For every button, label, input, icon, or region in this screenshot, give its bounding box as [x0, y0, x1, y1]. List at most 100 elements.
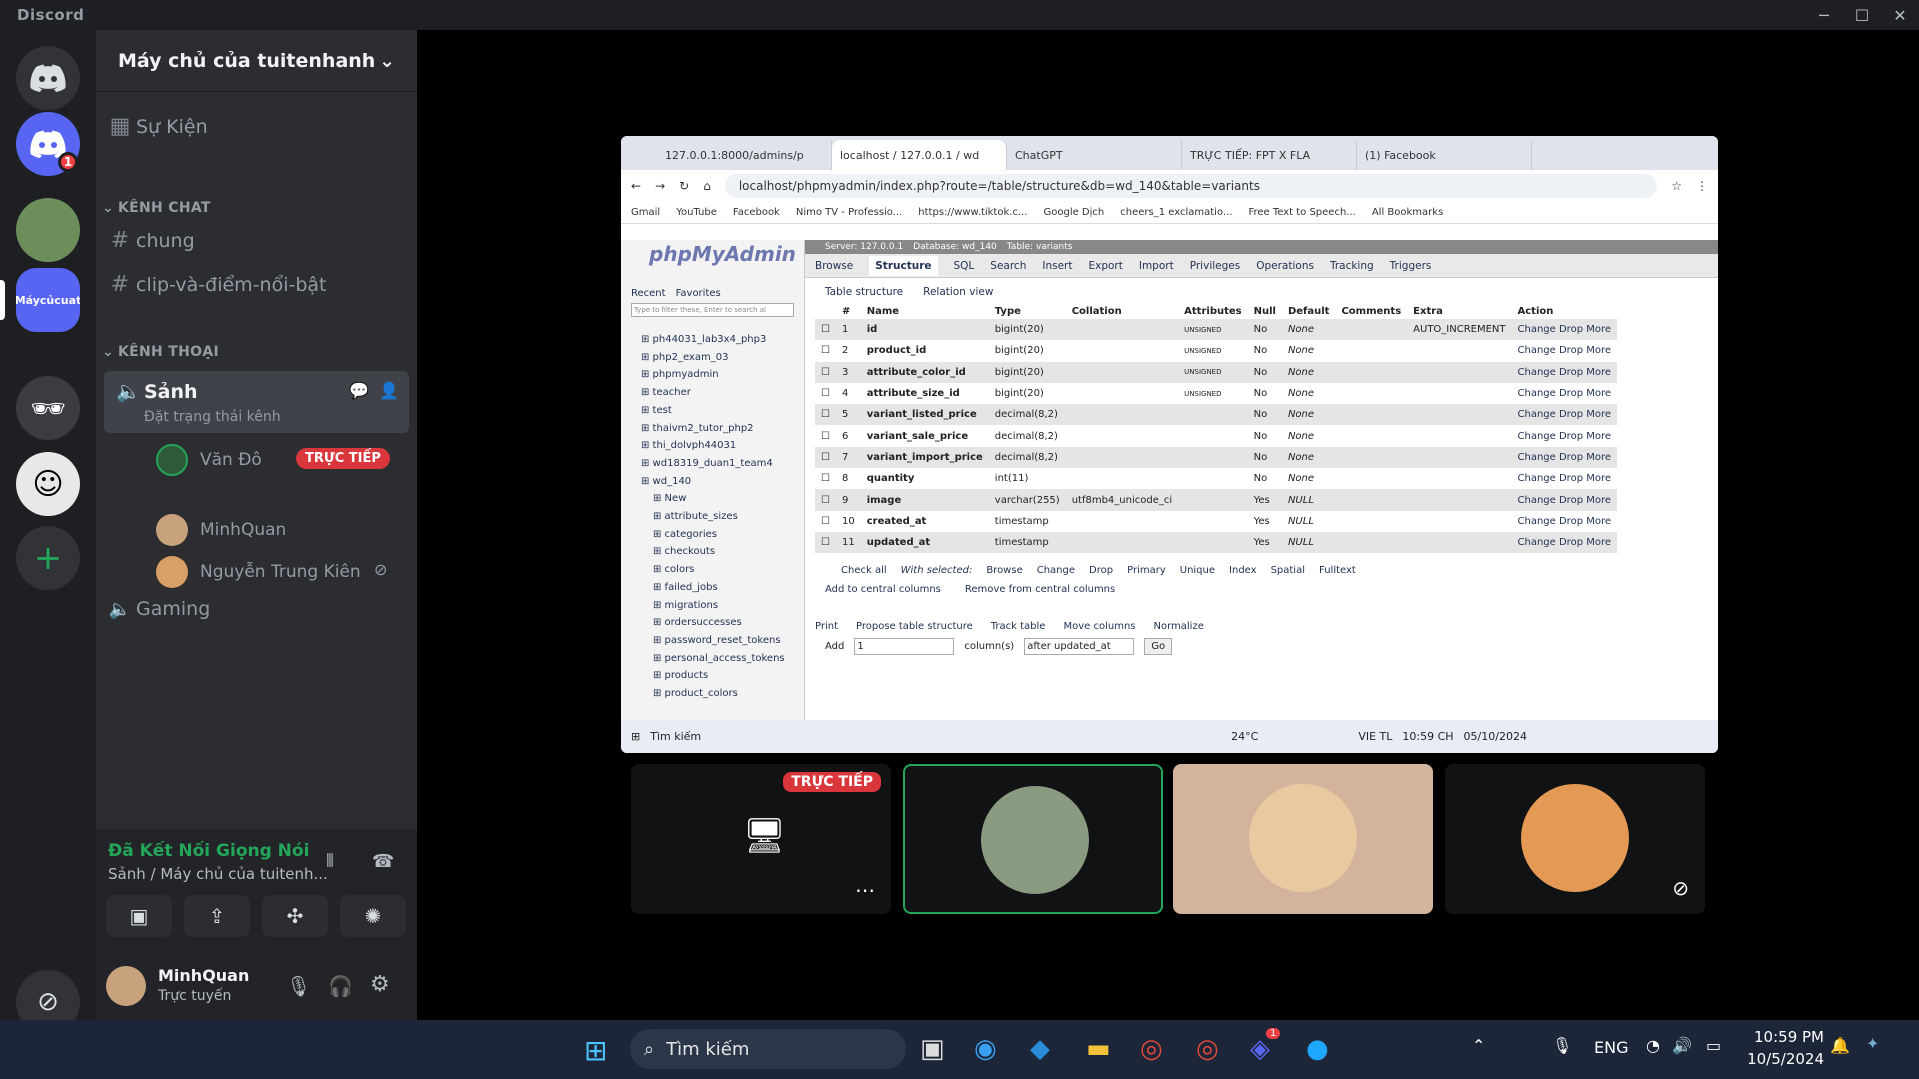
bulk-action[interactable]: Primary: [1127, 565, 1166, 576]
action-change[interactable]: Change: [1518, 409, 1559, 420]
copilot-icon[interactable]: ✦: [1866, 1034, 1879, 1053]
channel-chung[interactable]: # chung: [104, 228, 409, 253]
action-drop[interactable]: Drop: [1559, 452, 1586, 463]
back-icon[interactable]: ←: [631, 179, 641, 193]
action-change[interactable]: Change: [1518, 452, 1559, 463]
db-tree-item[interactable]: ⊞ attribute_sizes: [641, 508, 804, 526]
windows-start-icon[interactable]: ⊞: [584, 1034, 607, 1067]
share-screen-button[interactable]: ⇪: [184, 895, 250, 937]
action-more[interactable]: More: [1586, 409, 1611, 420]
events-item[interactable]: ▦ Sự Kiện: [104, 114, 409, 139]
activities-button[interactable]: ✣: [262, 895, 328, 937]
menu-icon[interactable]: ⋮: [1696, 179, 1708, 193]
footer-link[interactable]: Print: [815, 621, 838, 632]
db-tree-item[interactable]: ⊞ migrations: [641, 597, 804, 615]
bookmark[interactable]: Free Text to Speech...: [1248, 207, 1355, 218]
chat-icon[interactable]: 💬: [349, 381, 369, 400]
action-more[interactable]: More: [1586, 452, 1611, 463]
discord-taskbar-icon[interactable]: ◈: [1250, 1034, 1270, 1064]
bulk-action[interactable]: Index: [1229, 565, 1257, 576]
pma-tab-export[interactable]: Export: [1088, 260, 1122, 272]
action-more[interactable]: More: [1586, 324, 1611, 335]
crumb-database[interactable]: Database: wd_140: [913, 242, 997, 252]
bookmark[interactable]: YouTube: [676, 207, 717, 218]
screen-share-view[interactable]: 127.0.0.1:8000/admins/p localhost / 127.…: [621, 136, 1718, 753]
forward-icon[interactable]: →: [655, 179, 665, 193]
microphone-icon[interactable]: 🎙: [1552, 1036, 1572, 1055]
action-change[interactable]: Change: [1518, 431, 1559, 442]
db-tree-item[interactable]: ⊞ colors: [641, 561, 804, 579]
action-more[interactable]: More: [1586, 516, 1611, 527]
disconnect-icon[interactable]: ☎: [372, 851, 394, 872]
row-checkbox[interactable]: ☐: [815, 383, 836, 404]
action-change[interactable]: Change: [1518, 324, 1559, 335]
action-change[interactable]: Change: [1518, 388, 1559, 399]
bookmark[interactable]: https://www.tiktok.c...: [918, 207, 1027, 218]
chevron-up-icon[interactable]: ⌃: [1472, 1036, 1485, 1055]
server-photo[interactable]: [16, 198, 80, 262]
row-checkbox[interactable]: ☐: [815, 446, 836, 469]
language-indicator[interactable]: ENG: [1594, 1038, 1628, 1057]
maximize-button[interactable]: ☐: [1843, 0, 1881, 30]
server-incognito[interactable]: 🕶: [16, 376, 80, 440]
volume-icon[interactable]: 🔊: [1672, 1036, 1692, 1055]
db-tree-item[interactable]: ⊞ ordersuccesses: [641, 614, 804, 632]
microphone-icon[interactable]: 🎙: [286, 974, 311, 998]
table-structure-tab[interactable]: Table structure: [825, 286, 903, 298]
category-voice[interactable]: ⌄ KÊNH THOẠI: [102, 344, 219, 360]
action-change[interactable]: Change: [1518, 495, 1559, 506]
bell-icon[interactable]: 🔔: [1830, 1036, 1850, 1055]
db-tree-item[interactable]: ⊞ wd_140: [641, 473, 804, 491]
bulk-action[interactable]: Drop: [1089, 565, 1113, 576]
row-checkbox[interactable]: ☐: [815, 531, 836, 554]
relation-view-tab[interactable]: Relation view: [923, 286, 993, 298]
camera-off-button[interactable]: ▣: [106, 895, 172, 937]
pma-tab-structure[interactable]: Structure: [869, 255, 938, 276]
row-checkbox[interactable]: ☐: [815, 319, 836, 341]
action-more[interactable]: More: [1586, 388, 1611, 399]
db-tree-item[interactable]: ⊞ product_colors: [641, 685, 804, 703]
action-change[interactable]: Change: [1518, 345, 1559, 356]
vscode-icon[interactable]: ◆: [1030, 1034, 1050, 1064]
close-button[interactable]: ✕: [1881, 0, 1919, 30]
user-tile-minhquan[interactable]: [1173, 764, 1433, 914]
browser-tab[interactable]: ChatGPT: [1007, 140, 1182, 170]
action-drop[interactable]: Drop: [1559, 388, 1586, 399]
voice-channel-sanh[interactable]: 🔈 Sảnh Đặt trạng thái kênh 💬 👤: [104, 371, 409, 433]
voice-channel-gaming[interactable]: 🔈 Gaming: [104, 598, 409, 620]
db-tree-item[interactable]: ⊞ checkouts: [641, 543, 804, 561]
action-change[interactable]: Change: [1518, 516, 1559, 527]
add-central-link[interactable]: Add to central columns: [825, 584, 941, 595]
action-drop[interactable]: Drop: [1559, 324, 1586, 335]
action-more[interactable]: More: [1586, 537, 1611, 548]
channel-status[interactable]: Đặt trạng thái kênh: [144, 409, 281, 425]
db-tree-item[interactable]: ⊞ categories: [641, 526, 804, 544]
chrome-icon[interactable]: ◎: [1140, 1034, 1163, 1064]
favorites-tab[interactable]: Favorites: [676, 288, 721, 299]
pma-tab-search[interactable]: Search: [990, 260, 1026, 272]
bulk-action[interactable]: Spatial: [1271, 565, 1305, 576]
recent-tab[interactable]: Recent: [631, 288, 666, 299]
task-view-icon[interactable]: ▣: [920, 1034, 945, 1064]
add-position-select[interactable]: after updated_at: [1024, 638, 1135, 656]
soundboard-button[interactable]: ✺: [340, 895, 406, 937]
bulk-action[interactable]: Unique: [1180, 565, 1215, 576]
action-drop[interactable]: Drop: [1559, 495, 1586, 506]
bookmark[interactable]: Facebook: [733, 207, 780, 218]
pma-tab-privileges[interactable]: Privileges: [1190, 260, 1241, 272]
row-checkbox[interactable]: ☐: [815, 404, 836, 426]
action-more[interactable]: More: [1586, 473, 1611, 484]
action-drop[interactable]: Drop: [1559, 367, 1586, 378]
action-change[interactable]: Change: [1518, 537, 1559, 548]
edge-icon[interactable]: ◉: [974, 1034, 997, 1064]
pma-tab-import[interactable]: Import: [1139, 260, 1174, 272]
row-checkbox[interactable]: ☐: [815, 425, 836, 446]
more-icon[interactable]: ⋯: [855, 878, 875, 902]
browser-tab[interactable]: 127.0.0.1:8000/admins/p: [657, 140, 832, 170]
action-drop[interactable]: Drop: [1559, 516, 1586, 527]
direct-messages-button[interactable]: [16, 46, 80, 110]
row-checkbox[interactable]: ☐: [815, 340, 836, 361]
home-icon[interactable]: ⌂: [703, 179, 711, 193]
bulk-action[interactable]: Fulltext: [1319, 565, 1356, 576]
stream-tile[interactable]: TRỰC TIẾP 🖥 ⋯: [631, 764, 891, 914]
